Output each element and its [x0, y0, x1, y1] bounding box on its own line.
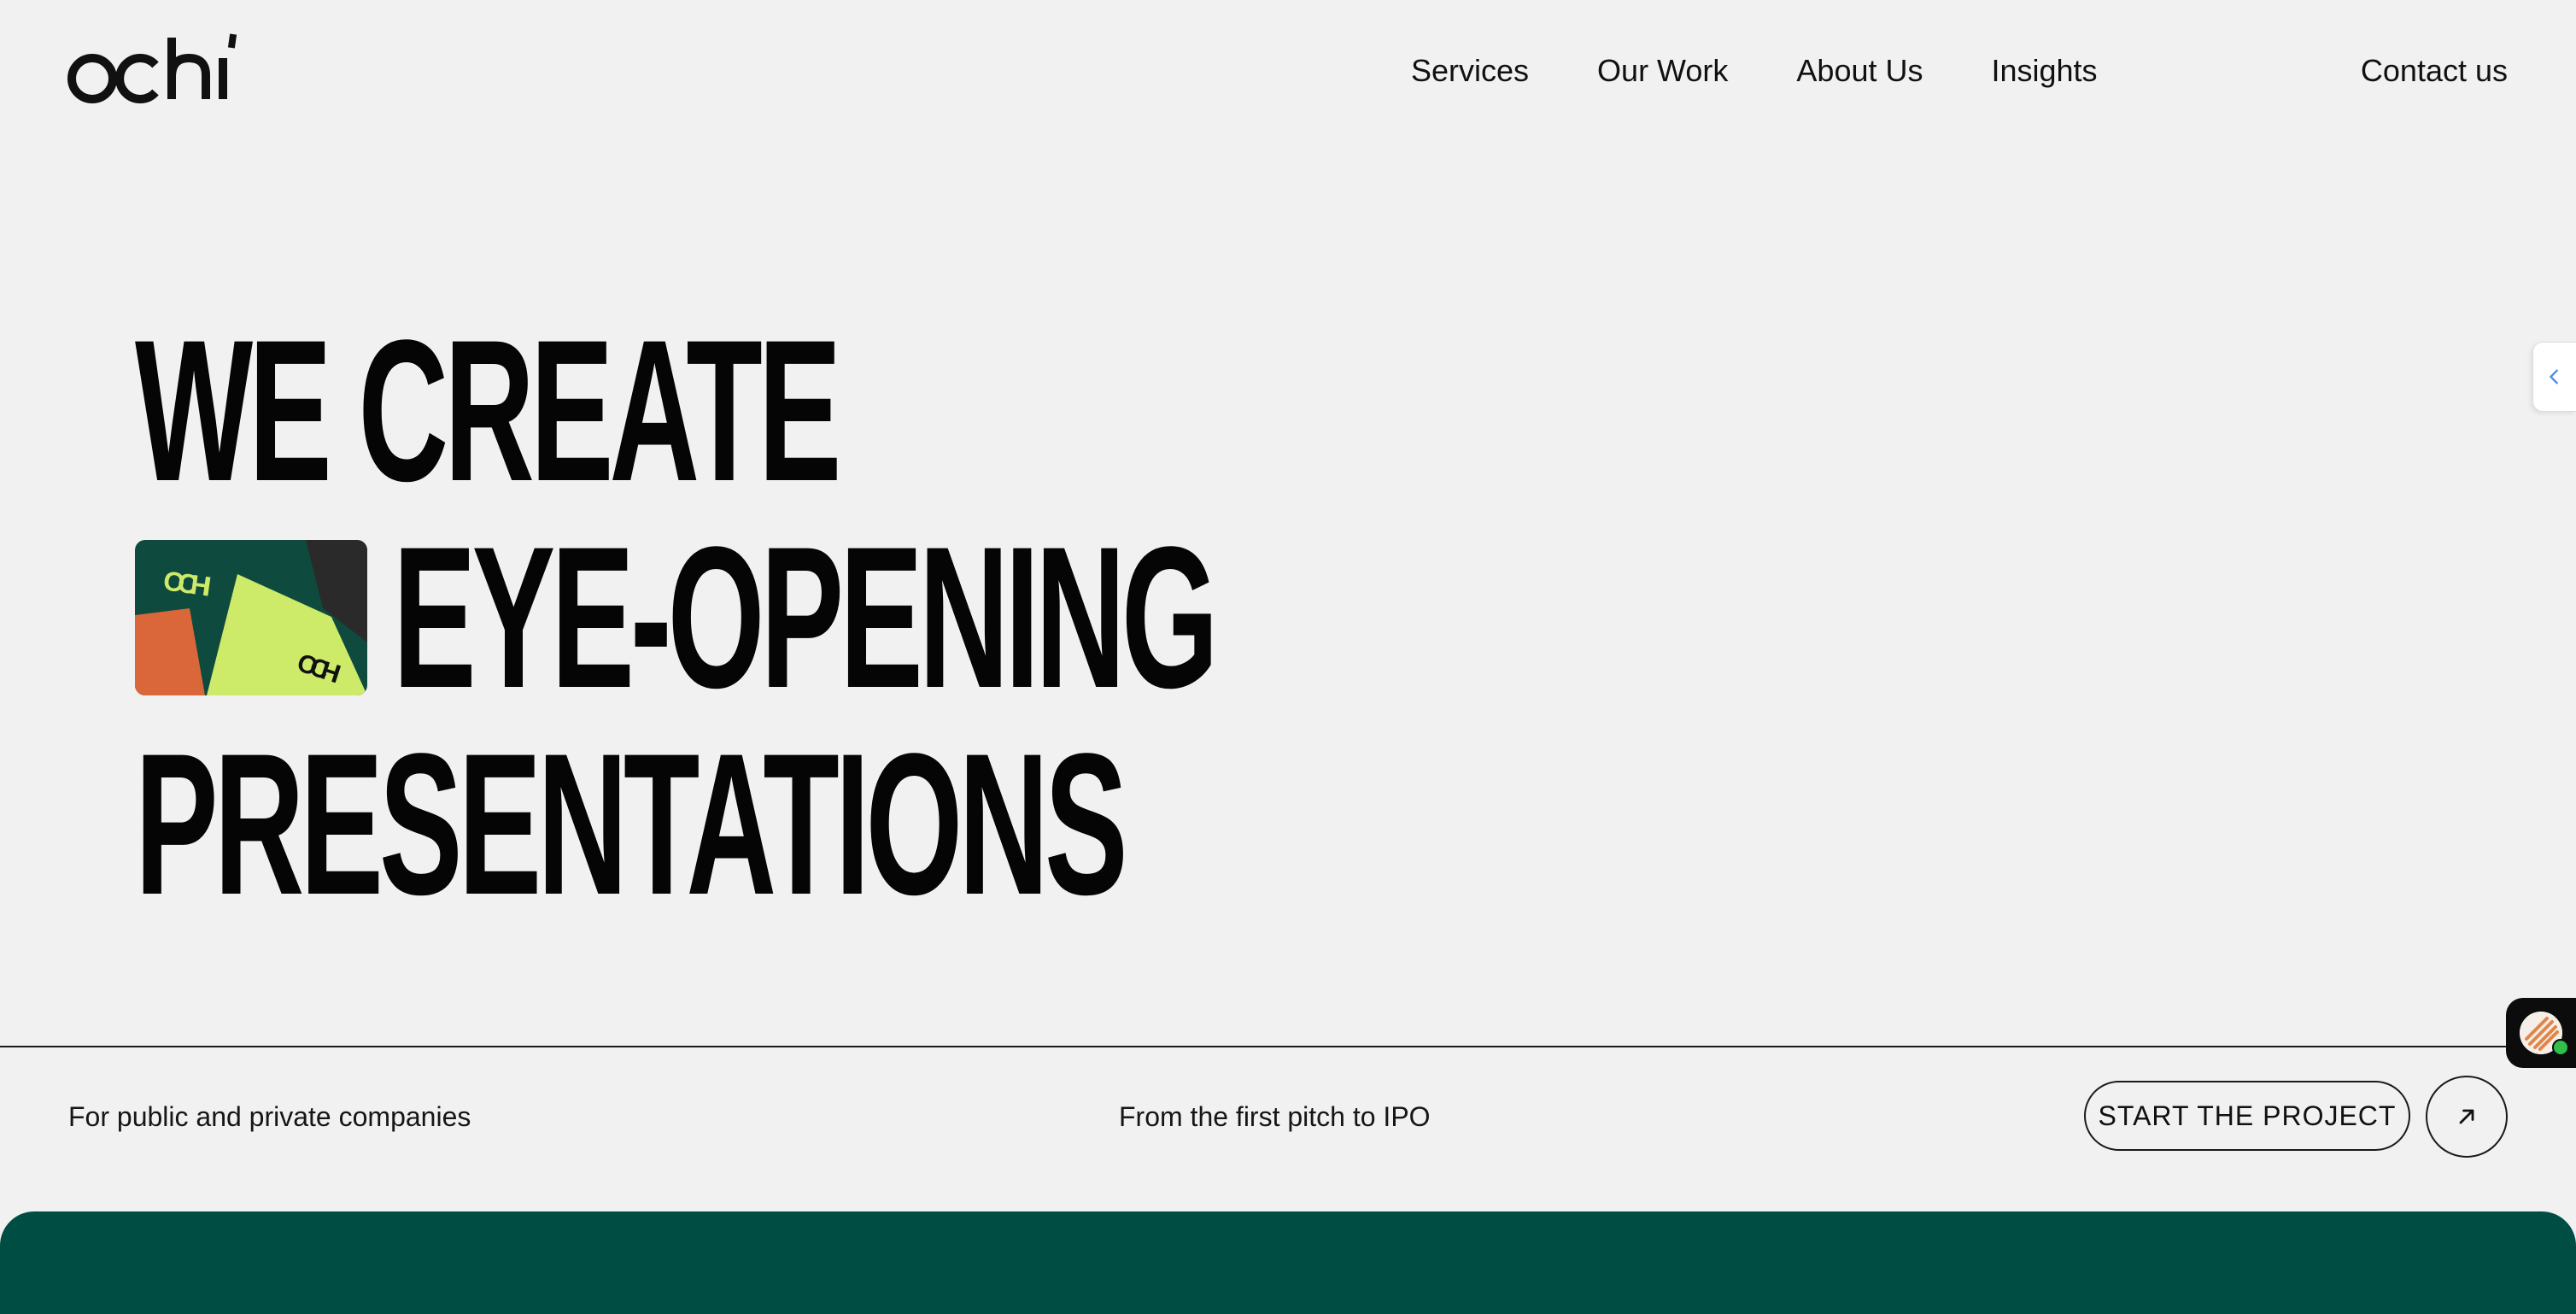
hero-line-2: EYE-OPENING	[393, 505, 1219, 730]
hero-line-2-wrapper: ochi ochi EYE-OPENING	[135, 514, 1730, 721]
next-section-green	[0, 1211, 2576, 1314]
nav-item-insights[interactable]: Insights	[1991, 50, 2097, 92]
nav-item-about-us[interactable]: About Us	[1796, 50, 1923, 92]
hero-line-1: WE CREATE	[135, 298, 841, 524]
side-panel-toggle[interactable]	[2532, 342, 2576, 412]
section-divider	[0, 1046, 2576, 1047]
contact-us-link[interactable]: Contact us	[2361, 50, 2508, 92]
chat-widget-button[interactable]	[2506, 998, 2576, 1068]
hero-line-3: PRESENTATIONS	[135, 712, 1128, 937]
start-project-button[interactable]: START THE PROJECT	[2084, 1081, 2410, 1151]
tagline-pitch-to-ipo: From the first pitch to IPO	[1119, 1101, 1431, 1132]
online-status-dot	[2552, 1039, 2569, 1056]
hero-heading: WE CREATE ochi ochi EYE-OPENING PRESENTA…	[135, 308, 1730, 928]
nav-item-our-work[interactable]: Our Work	[1597, 50, 1728, 92]
main-nav: Services Our Work About Us Insights	[1411, 50, 2098, 92]
nav-item-services[interactable]: Services	[1411, 50, 1529, 92]
chevron-left-icon	[2550, 369, 2558, 384]
arrow-up-right-icon	[2459, 1109, 2474, 1124]
hero-thumbnail-image: ochi ochi	[135, 540, 367, 695]
ochi-logo-icon	[67, 33, 237, 103]
tagline-companies: For public and private companies	[68, 1101, 471, 1132]
ochi-logo[interactable]	[67, 26, 243, 108]
start-project-arrow-button[interactable]	[2426, 1076, 2508, 1158]
